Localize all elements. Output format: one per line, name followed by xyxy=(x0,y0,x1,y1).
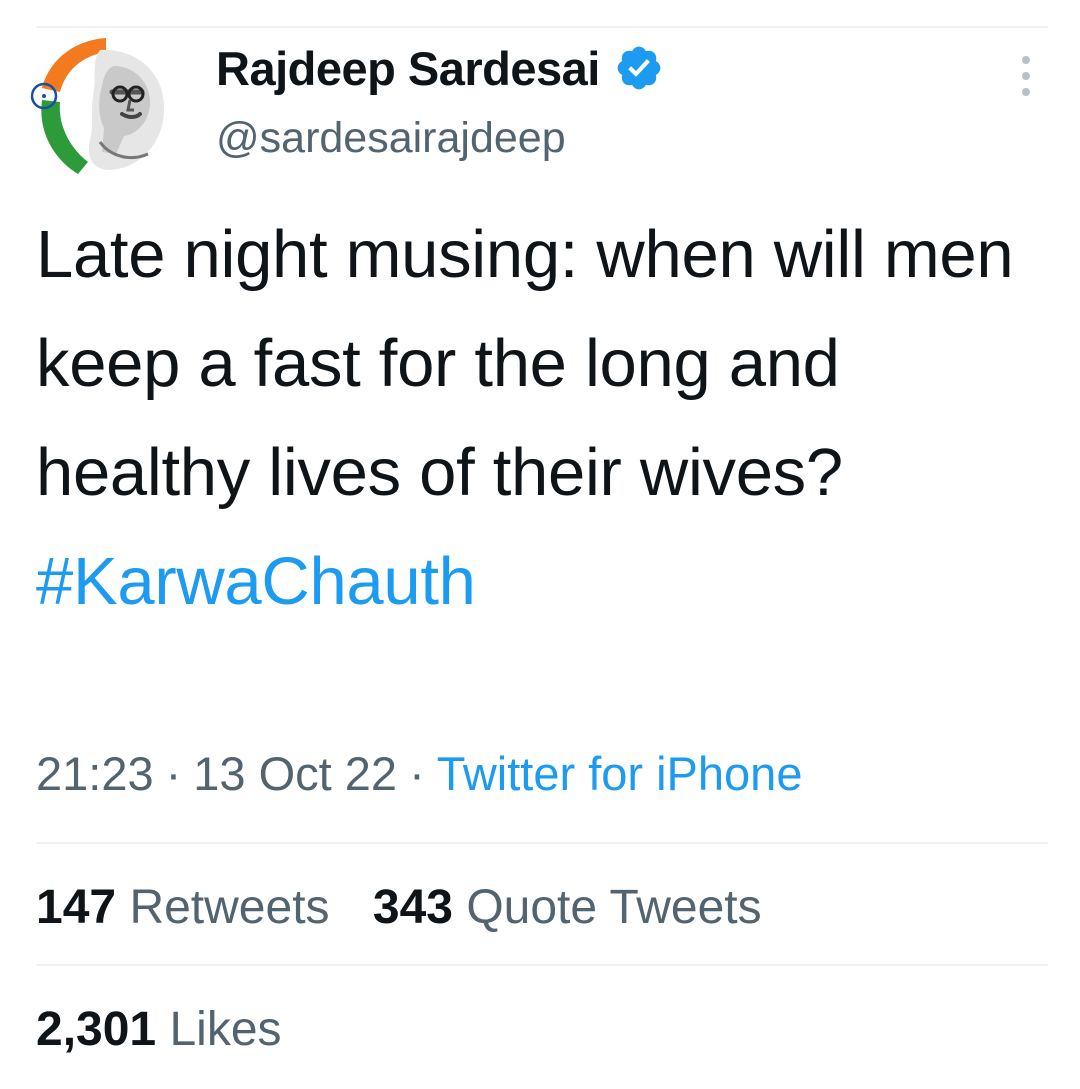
divider xyxy=(36,842,1048,844)
tweet-time[interactable]: 21:23 xyxy=(36,747,154,800)
retweets-label: Retweets xyxy=(129,881,330,934)
hashtag-link[interactable]: #KarwaChauth xyxy=(36,527,1056,636)
more-dot xyxy=(1022,72,1030,80)
tweet-date[interactable]: 13 Oct 22 xyxy=(193,747,397,800)
tweet-body: Late night musing: when will men keep a … xyxy=(36,217,1014,510)
divider xyxy=(36,964,1048,966)
avatar[interactable] xyxy=(30,30,182,182)
meta-separator: · xyxy=(409,747,425,800)
quote-tweets-count: 343 xyxy=(372,881,453,934)
meta-separator: · xyxy=(165,747,182,800)
likes-stat[interactable]: 2,301 Likes xyxy=(36,1003,282,1056)
likes-stats: 2,301 Likes xyxy=(36,1002,312,1057)
top-divider xyxy=(36,26,1048,28)
avatar-icon xyxy=(30,38,165,174)
tweet-meta: 21:23 · 13 Oct 22 · Twitter for iPhone xyxy=(36,746,802,801)
engagement-stats: 147 Retweets 343 Quote Tweets xyxy=(36,880,792,935)
more-dot xyxy=(1022,88,1030,96)
tweet-text: Late night musing: when will men keep a … xyxy=(36,200,1056,636)
author-handle[interactable]: @sardesairajdeep xyxy=(216,114,1040,163)
more-options-icon[interactable] xyxy=(1018,56,1034,96)
likes-count: 2,301 xyxy=(36,1003,157,1056)
likes-label: Likes xyxy=(169,1003,282,1056)
quote-tweets-stat[interactable]: 343 Quote Tweets xyxy=(373,881,762,934)
author-name[interactable]: Rajdeep Sardesai xyxy=(216,41,600,96)
retweets-stat[interactable]: 147 Retweets xyxy=(36,881,330,934)
verified-badge-icon xyxy=(617,46,661,90)
tweet-source-link[interactable]: Twitter for iPhone xyxy=(437,747,803,800)
more-dot xyxy=(1022,56,1030,64)
name-row: Rajdeep Sardesai xyxy=(216,38,1040,98)
quote-tweets-label: Quote Tweets xyxy=(466,881,762,934)
tweet-header: Rajdeep Sardesai @sardesairajdeep xyxy=(216,38,1040,163)
retweets-count: 147 xyxy=(36,881,117,934)
